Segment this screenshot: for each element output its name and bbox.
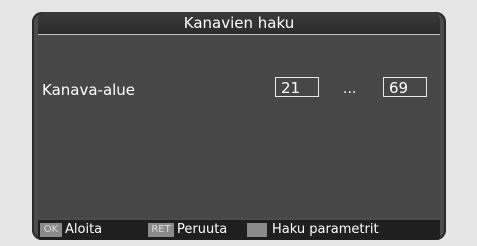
range-separator: ... <box>343 81 357 97</box>
ret-key-icon: RET <box>148 223 174 237</box>
start-button[interactable]: Aloita <box>65 220 102 240</box>
dialog-content: Kanava-alue 21 ... 69 <box>38 36 440 218</box>
channel-range-end-field[interactable]: 69 <box>383 77 427 97</box>
button-hint-bar: OK Aloita RET Peruuta Haku parametrit <box>38 220 440 240</box>
dialog-title: Kanavien haku <box>38 12 440 35</box>
cancel-button[interactable]: Peruuta <box>177 220 227 240</box>
channel-range-label: Kanava-alue <box>42 81 136 99</box>
channel-search-dialog: Kanavien haku Kanava-alue 21 ... 69 OK A… <box>32 12 446 240</box>
color-key-icon <box>247 223 267 237</box>
channel-range-start-field[interactable]: 21 <box>275 77 319 97</box>
search-parameters-button[interactable]: Haku parametrit <box>272 220 379 240</box>
ok-key-icon: OK <box>40 223 62 237</box>
